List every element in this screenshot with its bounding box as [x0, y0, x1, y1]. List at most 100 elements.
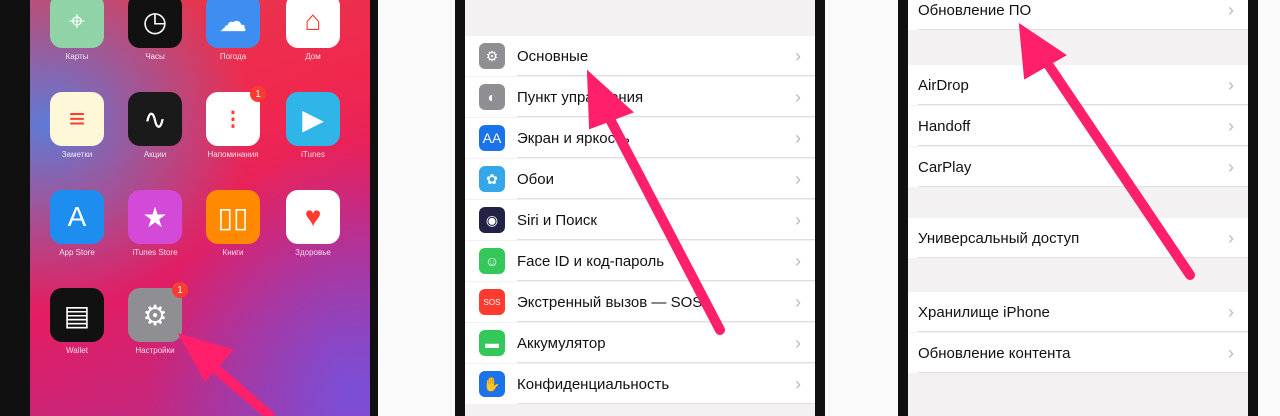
- notification-badge: 1: [172, 282, 188, 298]
- settings-row-label: Handoff: [918, 117, 971, 135]
- settings-row-label: CarPlay: [918, 158, 972, 176]
- settings-row-label: Универсальный доступ: [918, 229, 1080, 247]
- chevron-right-icon: ›: [795, 250, 801, 271]
- settings-row-label: Экран и яркость: [517, 129, 630, 147]
- maps-icon: ⌖: [50, 0, 104, 48]
- chevron-right-icon: ›: [795, 291, 801, 312]
- wallpaper-icon: ✿: [479, 166, 505, 192]
- home-icon: ⌂: [286, 0, 340, 48]
- settings-row-label: Хранилище iPhone: [918, 303, 1050, 321]
- chevron-right-icon: ›: [1228, 0, 1234, 20]
- app-label: Погода: [219, 52, 247, 61]
- row-separator: [517, 116, 815, 117]
- app-clock[interactable]: ◷ Часы: [128, 0, 182, 61]
- app-app-store[interactable]: A App Store: [50, 190, 104, 257]
- app-health[interactable]: ♥ Здоровье: [286, 190, 340, 257]
- divider: [825, 0, 898, 416]
- chevron-right-icon: ›: [795, 209, 801, 230]
- chevron-right-icon: ›: [795, 45, 801, 66]
- app-label: Дом: [305, 52, 321, 61]
- row-separator: [918, 331, 1248, 332]
- row-separator: [517, 403, 815, 404]
- settings-row[interactable]: ⚙ Основные ›: [465, 36, 815, 76]
- settings-row[interactable]: ◉ Siri и Поиск ›: [465, 200, 815, 240]
- settings-row-label: Конфиденциальность: [517, 375, 670, 393]
- display-icon: AA: [479, 125, 505, 151]
- notification-badge: 1: [250, 86, 266, 102]
- app-store-icon: A: [50, 190, 104, 244]
- row-separator: [918, 186, 1248, 187]
- settings-row-label: AirDrop: [918, 76, 969, 94]
- settings-row-label: Основные: [517, 47, 589, 65]
- chevron-right-icon: ›: [1228, 301, 1234, 322]
- row-separator: [918, 145, 1248, 146]
- divider: [1258, 0, 1280, 416]
- app-label: Wallet: [66, 346, 88, 355]
- settings-row[interactable]: AA Экран и яркость ›: [465, 118, 815, 158]
- row-separator: [517, 321, 815, 322]
- gear-icon: ⚙: [479, 43, 505, 69]
- app-notes[interactable]: ≡ Заметки: [50, 92, 104, 159]
- app-weather[interactable]: ☁ Погода: [206, 0, 260, 61]
- face-id-icon: ☺: [479, 248, 505, 274]
- settings-row[interactable]: CarPlay ›: [908, 147, 1248, 187]
- app-home[interactable]: ⌂ Дом: [286, 0, 340, 61]
- chevron-right-icon: ›: [1228, 156, 1234, 177]
- settings-row[interactable]: ☺ Face ID и код-пароль ›: [465, 241, 815, 281]
- chevron-right-icon: ›: [1228, 227, 1234, 248]
- settings-row[interactable]: AirDrop ›: [908, 65, 1248, 105]
- settings-row[interactable]: ✋ Конфиденциальность ›: [465, 364, 815, 404]
- settings-row[interactable]: Универсальный доступ ›: [908, 218, 1248, 258]
- app-wallet[interactable]: ▤ Wallet: [50, 288, 104, 355]
- row-separator: [918, 104, 1248, 105]
- row-separator: [517, 239, 815, 240]
- settings-row[interactable]: Хранилище iPhone ›: [908, 292, 1248, 332]
- chevron-right-icon: ›: [1228, 74, 1234, 95]
- settings-row-label: Экстренный вызов — SOS: [517, 293, 703, 311]
- settings-row[interactable]: SOS Экстренный вызов — SOS ›: [465, 282, 815, 322]
- row-separator: [517, 157, 815, 158]
- app-label: Акции: [143, 150, 167, 159]
- settings-row-label: Siri и Поиск: [517, 211, 597, 229]
- app-label: App Store: [59, 248, 95, 257]
- settings-row-label: Обои: [517, 170, 554, 188]
- app-label: Заметки: [61, 150, 93, 159]
- itunes-icon: ▶: [286, 92, 340, 146]
- app-label: Часы: [145, 52, 165, 61]
- row-separator: [918, 257, 1248, 258]
- app-itunes-store[interactable]: ★ iTunes Store: [128, 190, 182, 257]
- settings-row-label: Пункт управления: [517, 88, 644, 106]
- privacy-hand-icon: ✋: [479, 371, 505, 397]
- app-label: Книги: [222, 248, 244, 257]
- app-books[interactable]: ▯▯ Книги: [206, 190, 260, 257]
- books-icon: ▯▯: [206, 190, 260, 244]
- row-separator: [517, 362, 815, 363]
- chevron-right-icon: ›: [795, 373, 801, 394]
- app-settings-gear[interactable]: ⚙ 1 Настройки: [128, 282, 188, 355]
- app-label: Напоминания: [207, 150, 259, 159]
- settings-row-label: Аккумулятор: [517, 334, 606, 352]
- row-separator: [517, 280, 815, 281]
- app-maps[interactable]: ⌖ Карты: [50, 0, 104, 61]
- divider: [378, 0, 455, 416]
- chevron-right-icon: ›: [795, 332, 801, 353]
- settings-row[interactable]: ✿ Обои ›: [465, 159, 815, 199]
- settings-list: ⚙ Основные › ◐ Пункт управления › AA Экран и яр…: [465, 0, 815, 416]
- app-itunes[interactable]: ▶ iTunes: [286, 92, 340, 159]
- settings-row[interactable]: ▬ Аккумулятор ›: [465, 323, 815, 363]
- itunes-store-icon: ★: [128, 190, 182, 244]
- chevron-right-icon: ›: [795, 168, 801, 189]
- row-separator: [918, 29, 1248, 30]
- chevron-right-icon: ›: [795, 86, 801, 107]
- settings-row[interactable]: ◐ Пункт управления ›: [465, 77, 815, 117]
- app-reminders[interactable]: ⁝ 1 Напоминания: [206, 86, 266, 159]
- row-separator: [517, 198, 815, 199]
- sos-icon: SOS: [479, 289, 505, 315]
- settings-row[interactable]: Handoff ›: [908, 106, 1248, 146]
- settings-row[interactable]: Обновление контента ›: [908, 333, 1248, 373]
- app-label: Здоровье: [295, 248, 331, 257]
- chevron-right-icon: ›: [1228, 115, 1234, 136]
- settings-row[interactable]: Обновление ПО ›: [908, 0, 1248, 30]
- app-stocks[interactable]: ∿ Акции: [128, 92, 182, 159]
- control-center-icon: ◐: [479, 84, 505, 110]
